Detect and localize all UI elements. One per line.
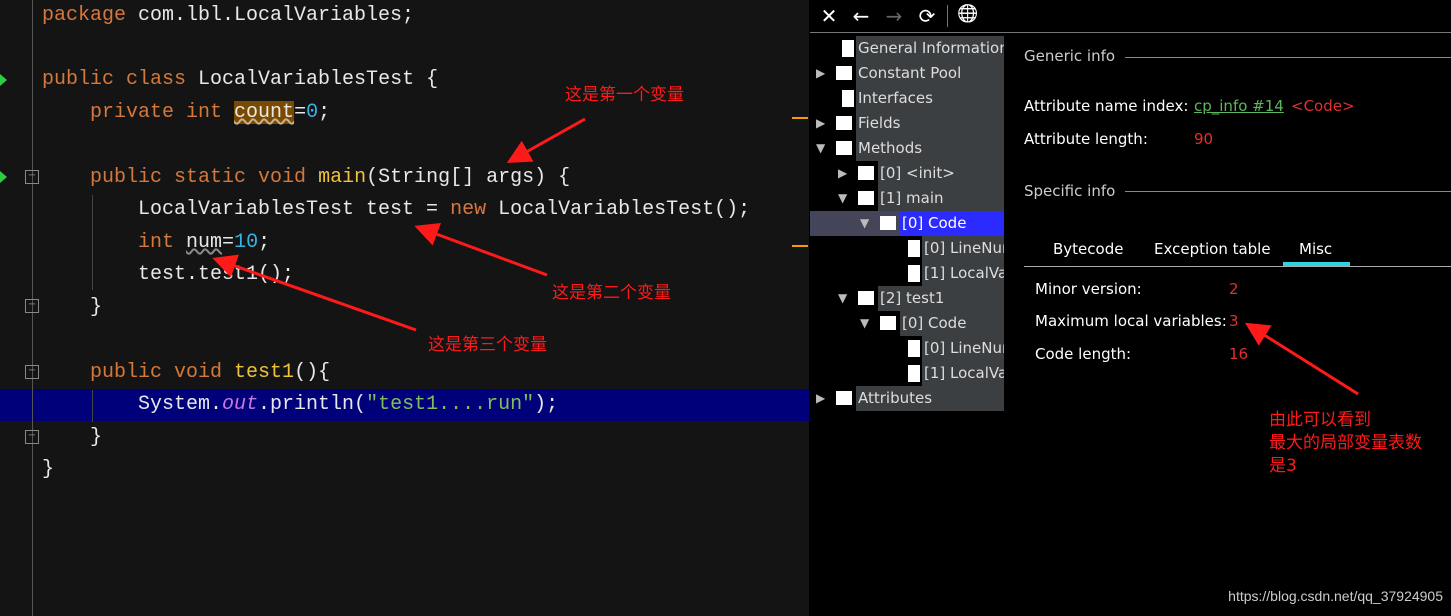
arrow-third <box>212 254 417 332</box>
arrow-second <box>414 222 548 277</box>
arrow-conclusion <box>1244 322 1359 396</box>
annotation-arrows <box>212 117 1359 396</box>
arrow-first <box>506 117 586 163</box>
